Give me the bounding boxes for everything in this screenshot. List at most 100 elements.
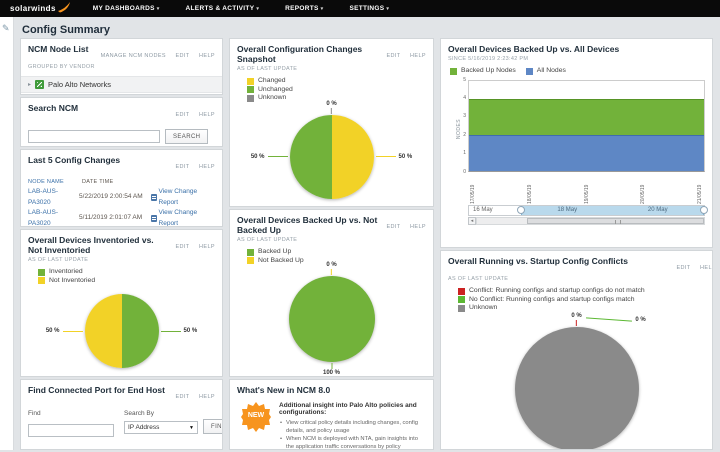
plot-area — [468, 80, 705, 172]
pie-label: 50 % — [46, 328, 83, 334]
edit-link[interactable]: EDIT — [175, 244, 189, 250]
config-snapshot-pie-chart: 0 % 50 % 50 % — [290, 115, 374, 199]
legend: Backed Up Nodes All Nodes — [450, 67, 705, 76]
legend-swatch — [458, 296, 465, 303]
nav-settings[interactable]: SETTINGS▾ — [349, 5, 389, 12]
config-snapshot-card: Overall Configuration Changes Snapshot E… — [229, 38, 434, 207]
search-input[interactable] — [28, 130, 160, 143]
pie — [289, 276, 375, 362]
edit-link[interactable]: EDIT — [175, 112, 189, 118]
range-handle-left[interactable] — [517, 206, 525, 214]
card-title: What's New in NCM 8.0 — [237, 385, 330, 395]
pie-label: 50 % — [376, 154, 413, 160]
new-starburst-icon: NEW — [241, 402, 271, 432]
scrollbar-thumb[interactable] — [527, 218, 704, 224]
backed-up-vs-all-card: Overall Devices Backed Up vs. All Device… — [440, 38, 713, 248]
edit-link[interactable]: EDIT — [386, 53, 400, 59]
chevron-down-icon: ▼ — [189, 425, 194, 431]
nav-reports[interactable]: REPORTS▾ — [285, 5, 323, 12]
help-link[interactable]: HELP — [199, 164, 215, 170]
card-title: Overall Running vs. Startup Config Confl… — [448, 256, 628, 266]
legend-swatch — [38, 269, 45, 276]
whats-new-bullets: View critical policy details including c… — [279, 419, 426, 450]
report-doc-icon — [151, 215, 157, 222]
inventoried-pie-card: Overall Devices Inventoried vs. Not Inve… — [20, 229, 223, 377]
pie-label: 0 % — [326, 262, 336, 275]
expander-arrow-icon[interactable]: ▸ — [28, 81, 31, 88]
x-axis-ticks: 17/05/19 18/05/19 19/05/19 20/05/19 21/0… — [468, 172, 705, 204]
help-link[interactable]: HELP — [199, 394, 215, 400]
last-config-changes-card: Last 5 Config Changes EDIT HELP NODE NAM… — [20, 149, 223, 227]
find-label: Find — [28, 410, 114, 417]
node-link[interactable]: LAB-AUS-PA3020 — [28, 187, 79, 208]
solarwinds-logo[interactable]: solarwinds — [10, 0, 71, 18]
legend: Inventoried Not Inventoried — [38, 268, 215, 285]
vendor-group-row[interactable]: ▸ Palo Alto Networks — [21, 76, 222, 93]
legend-swatch — [247, 86, 254, 93]
node-link[interactable]: LAB-AUS-PA3020 — [28, 208, 79, 227]
legend-swatch — [247, 95, 254, 102]
chart-scrollbar[interactable]: ◂ — [468, 217, 705, 225]
card-title: Overall Devices Backed Up vs. Not Backed… — [237, 215, 377, 235]
help-link[interactable]: HELP — [410, 53, 426, 59]
help-link[interactable]: HELP — [199, 244, 215, 250]
time-range-selector[interactable]: 16 May 18 May 20 May — [468, 205, 705, 216]
search-by-label: Search By — [124, 410, 223, 417]
range-handle-right[interactable] — [700, 206, 708, 214]
card-title: Find Connected Port for End Host — [28, 385, 165, 395]
pie-label: 0 % — [326, 101, 336, 114]
view-change-report-link[interactable]: View Change Report — [151, 208, 215, 227]
legend-swatch — [450, 68, 457, 75]
legend-swatch — [247, 257, 254, 264]
pie-label: 50 % — [161, 328, 198, 334]
whats-new-heading: Additional insight into Palo Alto polici… — [279, 402, 426, 416]
backed-up-nodes-band — [469, 99, 704, 135]
top-nav: solarwinds MY DASHBOARDS▾ ALERTS & ACTIV… — [0, 0, 720, 17]
card-title: Overall Devices Inventoried vs. Not Inve… — [28, 235, 166, 255]
left-rail: ✎ — [0, 17, 14, 450]
card-subtitle: AS OF LAST UPDATE — [237, 237, 426, 243]
search-by-select[interactable]: IP Address ▼ — [124, 421, 198, 434]
card-title: NCM Node List — [28, 44, 88, 54]
palo-alto-vendor-icon — [35, 80, 44, 89]
chevron-down-icon: ▾ — [386, 6, 389, 12]
range-selected-region[interactable]: 18 May 20 May — [521, 206, 704, 215]
vendor-name: Palo Alto Networks — [48, 80, 111, 89]
card-subtitle: AS OF LAST UPDATE — [28, 257, 215, 263]
card-title: Overall Devices Backed Up vs. All Device… — [448, 44, 619, 54]
help-link[interactable]: HELP — [410, 224, 426, 230]
legend-swatch — [526, 68, 533, 75]
view-change-report-link[interactable]: View Change Report — [151, 187, 215, 208]
help-link[interactable]: HELP — [700, 265, 713, 271]
edit-link[interactable]: EDIT — [175, 53, 189, 59]
table-row: LAB-AUS-PA3020 5/11/2019 2:01:07 AM View… — [28, 208, 215, 227]
pie-label: 50 % — [251, 154, 288, 160]
pie — [85, 294, 159, 368]
edit-link[interactable]: EDIT — [676, 265, 690, 271]
manage-ncm-nodes-link[interactable]: MANAGE NCM NODES — [101, 53, 166, 59]
conflicts-pie-chart: 0 % 0 % — [515, 327, 639, 451]
search-button[interactable]: SEARCH — [165, 129, 208, 144]
nav-my-dashboards[interactable]: MY DASHBOARDS▾ — [93, 5, 160, 12]
pie-label: 0 % — [571, 313, 581, 326]
flame-icon — [58, 0, 71, 18]
area-chart: NODES 5 4 3 2 1 0 17/05/19 18/05/19 — [468, 80, 705, 225]
scroll-left-button[interactable]: ◂ — [468, 217, 476, 225]
edit-page-pencil-icon[interactable]: ✎ — [2, 23, 11, 34]
chevron-down-icon: ▾ — [321, 6, 324, 12]
legend-swatch — [458, 305, 465, 312]
nav-alerts-activity[interactable]: ALERTS & ACTIVITY▾ — [186, 5, 260, 12]
legend: Changed Unchanged Unknown — [247, 77, 426, 103]
find-input[interactable] — [28, 424, 114, 437]
pie-label: 0 % — [586, 317, 645, 323]
scrollbar-track[interactable] — [476, 217, 705, 225]
backed-up-pie-chart: 0 % 100 % — [289, 276, 375, 362]
find-button[interactable]: FIND — [203, 419, 223, 434]
help-link[interactable]: HELP — [199, 53, 215, 59]
edit-link[interactable]: EDIT — [386, 224, 400, 230]
edit-link[interactable]: EDIT — [175, 164, 189, 170]
help-link[interactable]: HELP — [199, 112, 215, 118]
report-doc-icon — [151, 194, 157, 201]
card-subtitle: AS OF LAST UPDATE — [237, 66, 426, 72]
edit-link[interactable]: EDIT — [175, 394, 189, 400]
